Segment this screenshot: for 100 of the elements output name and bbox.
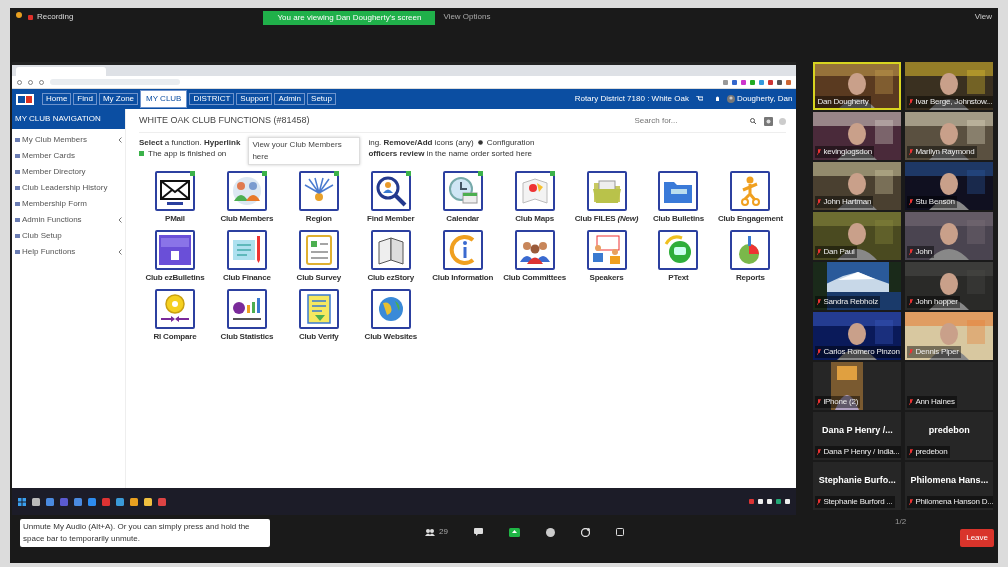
participant-tile[interactable]: Ivar Berge, Johnstow... [905, 62, 994, 110]
district-text: Rotary District 7180 : White Oak [574, 93, 689, 105]
function-tile-button[interactable] [370, 171, 411, 211]
participant-tile[interactable]: iPhone (2) [813, 362, 902, 410]
tile-label[interactable]: Club Finance [222, 272, 271, 284]
participant-tile[interactable]: Stephanie Burfo... Stephanie Burford ... [813, 462, 902, 510]
function-tile-button[interactable] [298, 230, 339, 270]
participant-tile[interactable]: Dennis Piper [905, 312, 994, 360]
nav-tab[interactable]: Find [73, 92, 97, 106]
function-tile-button[interactable] [658, 171, 699, 211]
participant-display-name: Dana P Henry /... [820, 424, 894, 437]
participant-tile[interactable]: kevinglogsdon [813, 112, 902, 160]
participant-name-text: Dan Paul [823, 246, 855, 258]
participant-tile[interactable]: Sandra Rebholz [813, 262, 902, 310]
function-tile-button[interactable] [442, 230, 483, 270]
sidebar-item[interactable]: My Club Members [12, 132, 125, 148]
participant-tile[interactable]: John Hartman [813, 162, 902, 210]
participant-tile[interactable]: Ann Haines [905, 362, 994, 410]
function-tile-button[interactable] [730, 230, 771, 270]
nav-tab[interactable]: Admin [274, 92, 306, 106]
participant-name-text: Ann Haines [915, 396, 955, 408]
function-tile-button[interactable] [370, 289, 411, 329]
tile-label[interactable]: Speakers [589, 272, 624, 284]
tile-label[interactable]: Reports [736, 272, 765, 284]
sidebar-item[interactable]: Member Directory [12, 164, 125, 180]
tile-label[interactable]: Club Bulletins [652, 213, 704, 225]
function-tile-button[interactable] [658, 230, 699, 270]
share-screen-icon [508, 527, 520, 537]
function-tile-button[interactable] [514, 171, 555, 211]
view-options-text[interactable]: View Options [443, 11, 491, 23]
participant-tile[interactable]: John [905, 212, 994, 260]
function-tile-button[interactable] [442, 171, 483, 211]
function-tile-button[interactable] [226, 289, 267, 329]
nav-tab[interactable]: DISTRICT [189, 92, 235, 106]
sidebar-item[interactable]: Club Leadership History [12, 180, 125, 196]
function-tile-button[interactable] [154, 289, 195, 329]
tile-label[interactable]: Club Survey [296, 272, 342, 284]
nav-tab[interactable]: Setup [307, 92, 336, 106]
function-tile-button[interactable] [154, 171, 195, 211]
participant-name-text: Dennis Piper [915, 346, 959, 358]
tile-label[interactable]: Club Members [220, 213, 274, 225]
participant-name-text: John [915, 246, 932, 258]
page-indicator[interactable]: 1/2 [895, 516, 907, 528]
view-button[interactable]: View [974, 11, 992, 23]
leave-button[interactable]: Leave [960, 529, 994, 547]
help-icon [779, 117, 787, 125]
function-tile-button[interactable] [298, 289, 339, 329]
tile-label[interactable]: Club ezStory [367, 272, 414, 284]
tile-label[interactable]: Club Information [432, 272, 494, 284]
record-icon [545, 527, 555, 537]
sidebar-item[interactable]: Membership Form [12, 196, 125, 212]
configuration-link[interactable]: Configuration [486, 137, 535, 149]
participants-button[interactable]: 29 [425, 526, 448, 538]
participant-tile[interactable]: Philomena Hans... Philomena Hanson D... [905, 462, 994, 510]
function-tile-button[interactable] [226, 171, 267, 211]
cart-icon [695, 96, 703, 102]
participant-tile[interactable]: Stu Benson [905, 162, 994, 210]
nav-tab[interactable]: My Zone [98, 92, 139, 106]
nav-tab[interactable]: Home [42, 92, 72, 106]
function-tile-button[interactable] [370, 230, 411, 270]
function-tile-button[interactable] [226, 230, 267, 270]
tile-label[interactable]: Calendar [446, 213, 479, 225]
nav-tab[interactable]: MY CLUB [140, 89, 188, 109]
search-icon [750, 118, 757, 124]
sidebar-item[interactable]: Club Setup [12, 228, 125, 244]
sidebar-item[interactable]: Admin Functions [12, 212, 125, 228]
tile-label[interactable]: PMail [165, 213, 185, 225]
sidebar-item[interactable]: Member Cards [12, 148, 125, 164]
function-tile-button[interactable] [514, 230, 555, 270]
participant-tile[interactable]: predebon predebon [905, 412, 994, 460]
participant-tile[interactable]: John hopper [905, 262, 994, 310]
sidebar-item[interactable]: Help Functions [12, 244, 125, 260]
tile-label[interactable]: Find Member [366, 213, 415, 225]
tile-label[interactable]: Region [305, 213, 332, 225]
participant-tile[interactable]: Dan Paul [813, 212, 902, 260]
function-tile-button[interactable] [730, 171, 771, 211]
tile-label[interactable]: Club Websites [364, 331, 417, 343]
newsletter-icon [156, 232, 193, 268]
tile-label[interactable]: Club Maps [515, 213, 554, 225]
function-tile-button[interactable] [154, 230, 195, 270]
tile-label[interactable]: Club ezBulletins [145, 272, 205, 284]
tile-label[interactable]: Club Statistics [220, 331, 274, 343]
tile-label[interactable]: Club FILES (New) [574, 213, 639, 225]
nav-tab[interactable]: Support [236, 92, 273, 106]
tile-label[interactable]: Club Committees [503, 272, 566, 284]
tile-label[interactable]: PText [668, 272, 689, 284]
tile-label[interactable]: Club Verify [299, 331, 339, 343]
tile-label[interactable]: RI Compare [153, 331, 197, 343]
unmute-tooltip: Unmute My Audio (Alt+A). Or you can simply press and hold the space bar to temporarily unmute. [20, 519, 270, 547]
participant-display-name: predebon [927, 424, 971, 437]
participant-tile[interactable]: Dana P Henry /... Dana P Henry / India... [813, 412, 902, 460]
participant-tile[interactable]: Dan Dougherty [813, 62, 902, 110]
participant-tile[interactable]: Marilyn Raymond [905, 112, 994, 160]
user-name[interactable]: Dougherty, Dan [736, 93, 793, 105]
function-tile-button[interactable] [298, 171, 339, 211]
function-tile-button[interactable] [586, 230, 627, 270]
function-tile-button[interactable] [586, 171, 627, 211]
shield-icon [16, 12, 22, 18]
participant-tile[interactable]: Carlos Romero Pinzon [813, 312, 902, 360]
tile-label[interactable]: Club Engagement [717, 213, 783, 225]
